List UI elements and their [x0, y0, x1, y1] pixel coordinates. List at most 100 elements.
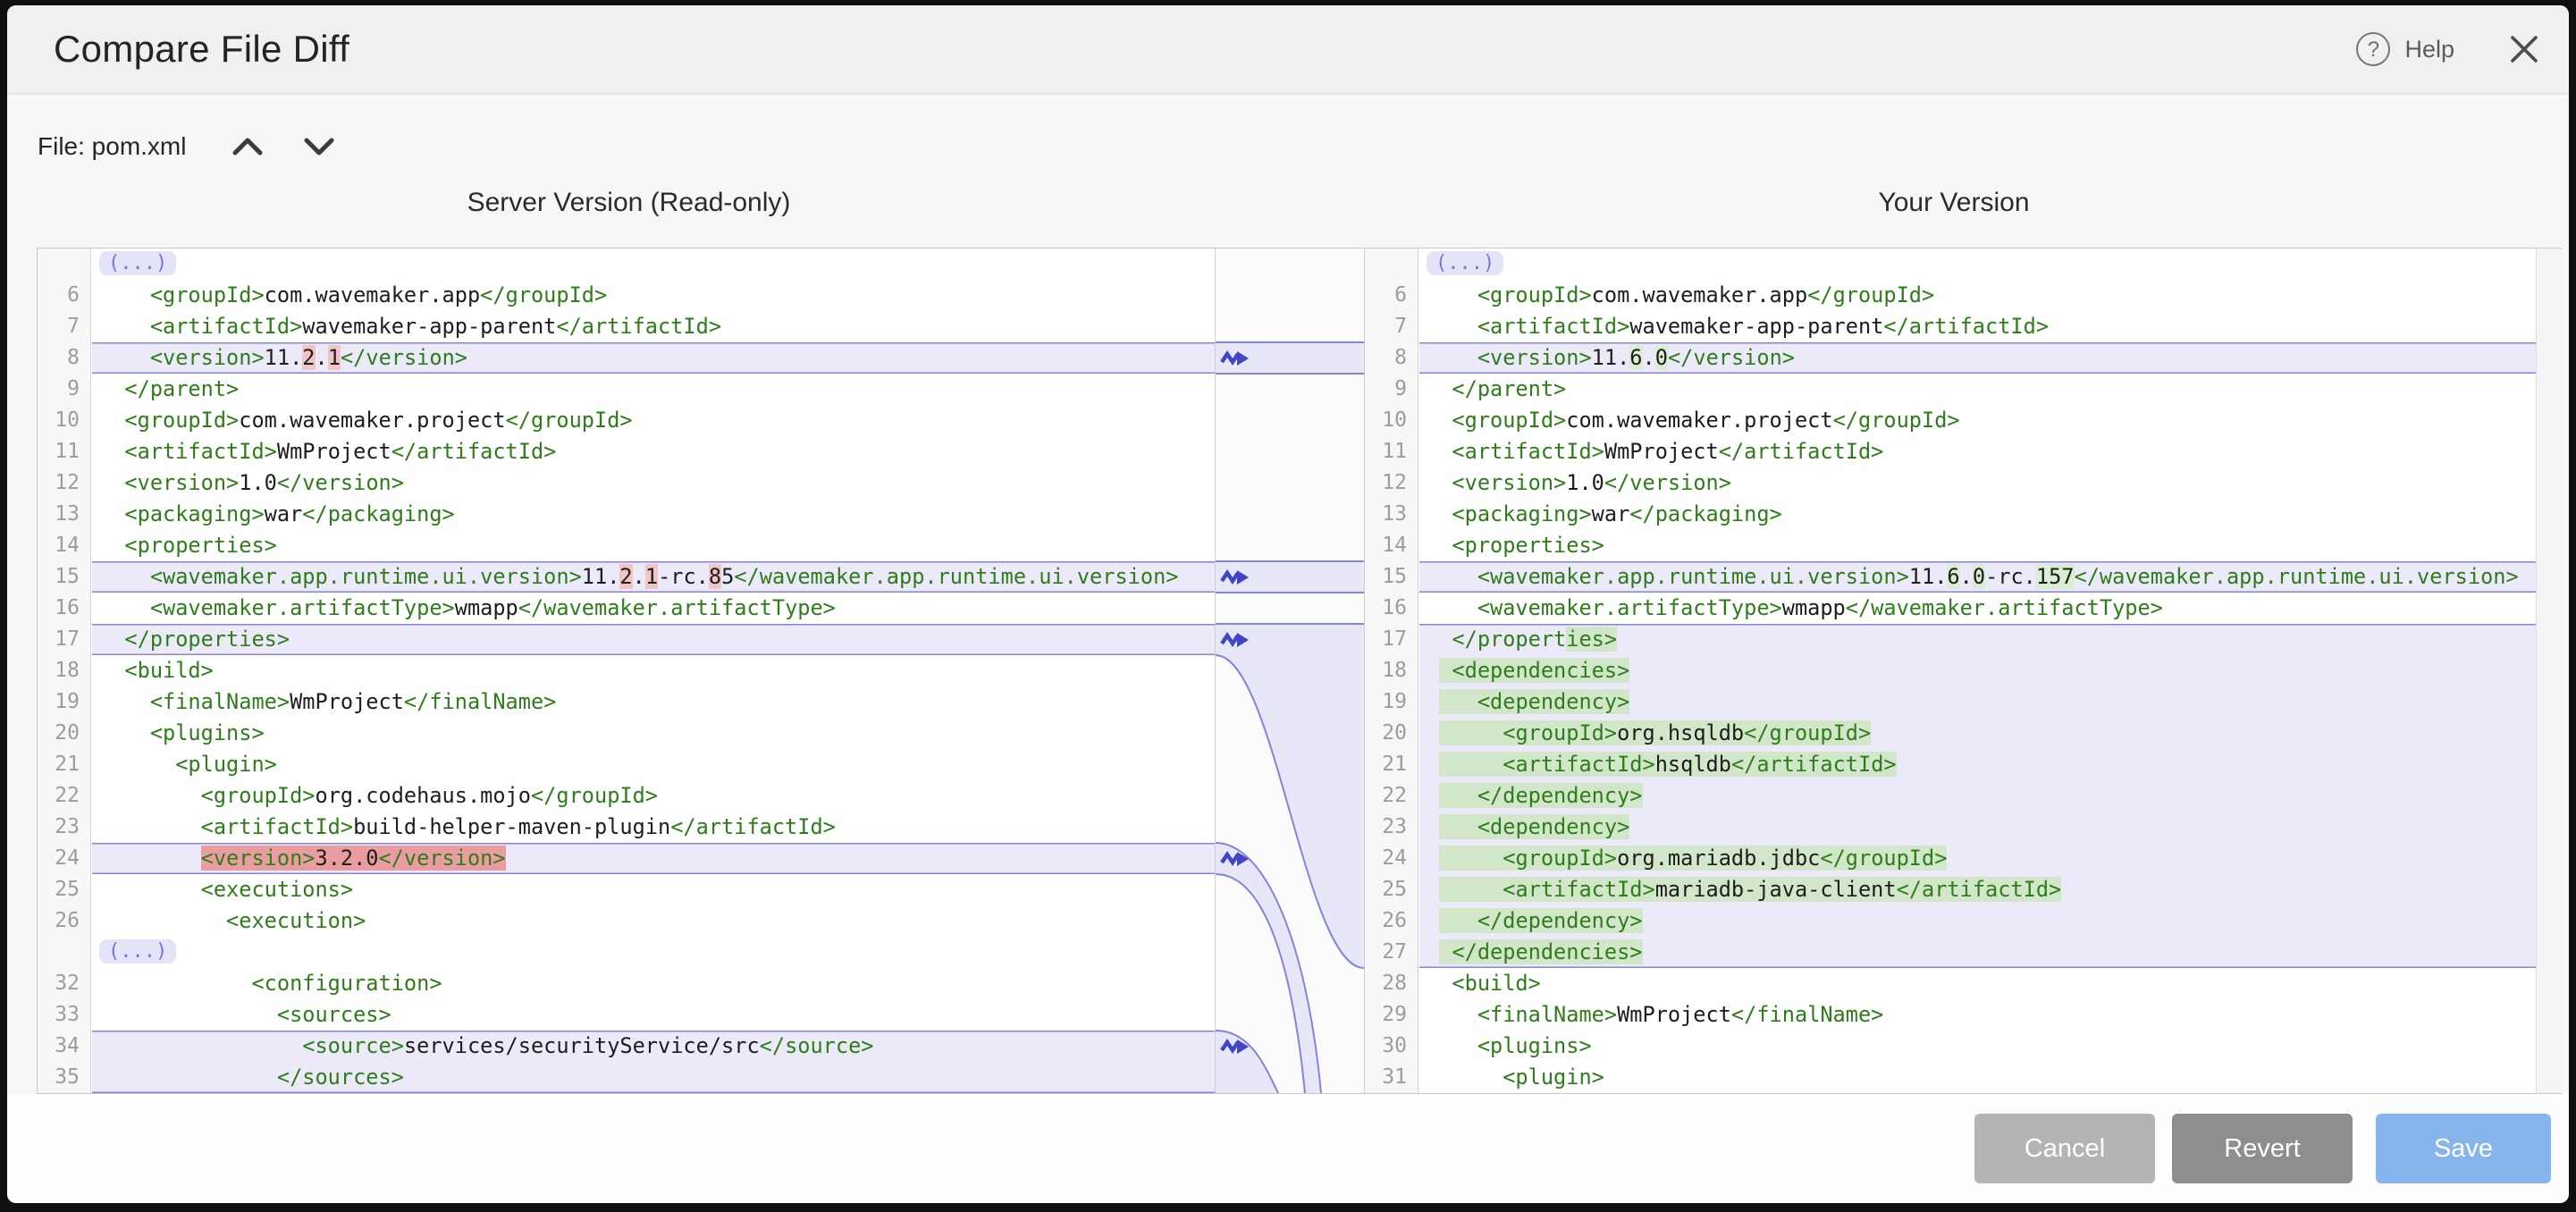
line-number: 10 — [38, 405, 90, 436]
code-token: -rc. — [658, 564, 709, 589]
line-number: 16 — [1365, 593, 1418, 624]
code-line-right[interactable]: </dependencies> — [1419, 937, 2536, 968]
line-number: 12 — [1365, 467, 1418, 499]
code-line-right[interactable]: <build> — [1419, 968, 2536, 999]
code-token: </groupId> — [480, 282, 607, 307]
code-line-right[interactable]: <groupId>com.wavemaker.app</groupId> — [1419, 280, 2536, 311]
code-token: </artifactId> — [1719, 439, 1884, 464]
code-line-left: <build> — [92, 655, 1215, 686]
code-token: </packaging> — [302, 501, 454, 526]
close-button[interactable] — [2506, 31, 2542, 67]
line-number: 17 — [1365, 624, 1418, 655]
code-line-right[interactable]: <wavemaker.artifactType>wmapp</wavemaker… — [1419, 593, 2536, 624]
code-line-right[interactable]: <version>11.6.0</version> — [1419, 342, 2536, 374]
collapsed-region-toggle[interactable]: (...) — [99, 939, 176, 964]
line-number: 18 — [1365, 655, 1418, 686]
code-line-right[interactable]: <plugin> — [1419, 1062, 2536, 1093]
code-line-right[interactable]: <artifactId>WmProject</artifactId> — [1419, 436, 2536, 467]
code-token: </groupId> — [1744, 720, 1871, 745]
code-token: </wavemaker.app.runtime.ui.version> — [734, 564, 1178, 589]
code-line-left: <execution> — [92, 905, 1215, 937]
code-token — [1427, 658, 1439, 683]
code-line-right[interactable]: (...) — [1419, 248, 2536, 280]
code-token: 1.0 — [1566, 470, 1604, 495]
code-token: org.codehaus.mojo — [315, 783, 530, 808]
code-token: <plugins> — [99, 720, 265, 745]
code-line-right[interactable]: <packaging>war</packaging> — [1419, 499, 2536, 530]
right-line-numbers: 6789101112131415161718192021222324252627… — [1365, 248, 1418, 1093]
revert-button[interactable]: Revert — [2172, 1114, 2353, 1183]
code-token: <dependency> — [1439, 689, 1629, 714]
line-number: 25 — [1365, 874, 1418, 905]
code-token: </artifactId> — [1731, 752, 1897, 777]
line-number: 8 — [38, 342, 90, 374]
apply-change-button[interactable] — [1220, 629, 1250, 651]
line-number: 35 — [38, 1062, 90, 1093]
line-number: 15 — [1365, 561, 1418, 593]
right-code-pane[interactable]: (...) <groupId>com.wavemaker.app</groupI… — [1419, 248, 2536, 1093]
line-number: 29 — [1365, 999, 1418, 1031]
code-line-right[interactable]: <wavemaker.app.runtime.ui.version>11.6.0… — [1419, 561, 2536, 593]
cancel-button[interactable]: Cancel — [1974, 1114, 2155, 1183]
code-token: <finalName> — [99, 689, 290, 714]
code-line-right[interactable]: <artifactId>hsqldb</artifactId> — [1419, 749, 2536, 780]
code-token: wmapp — [1782, 595, 1846, 620]
code-token: </version> — [379, 846, 506, 871]
code-line-right[interactable]: <dependencies> — [1419, 655, 2536, 686]
code-line-right[interactable]: </dependency> — [1419, 905, 2536, 937]
code-line-right[interactable]: <groupId>org.mariadb.jdbc</groupId> — [1419, 843, 2536, 874]
code-line-right[interactable]: <dependency> — [1419, 686, 2536, 718]
file-selector-row: File: pom.xml — [38, 127, 336, 166]
code-line-left: (...) — [92, 248, 1215, 280]
code-token: mariadb-java-client — [1655, 877, 1897, 902]
code-token: </source> — [760, 1033, 874, 1058]
code-token: <artifactId> — [1427, 314, 1629, 339]
code-token — [1427, 720, 1439, 745]
code-token: org.hsqldb — [1617, 720, 1744, 745]
code-line-right[interactable]: <artifactId>wavemaker-app-parent</artifa… — [1419, 311, 2536, 342]
code-token: <version> — [1427, 345, 1592, 370]
collapsed-region-toggle[interactable]: (...) — [99, 251, 176, 275]
line-number: 9 — [1365, 374, 1418, 405]
code-token: <packaging> — [1427, 501, 1592, 526]
code-line-right[interactable]: <properties> — [1419, 530, 2536, 561]
line-number: 13 — [38, 499, 90, 530]
code-line-right[interactable]: <finalName>WmProject</finalName> — [1419, 999, 2536, 1031]
code-token: <plugin> — [1427, 1065, 1604, 1090]
code-token: <plugins> — [1427, 1033, 1592, 1058]
code-line-right[interactable]: </properties> — [1419, 624, 2536, 655]
code-line-right[interactable]: </parent> — [1419, 374, 2536, 405]
code-token: <sources> — [99, 1002, 391, 1027]
diff-connectors — [1216, 248, 1364, 1093]
right-scrollbar-track[interactable] — [2536, 248, 2562, 1093]
code-line-right[interactable]: <groupId>com.wavemaker.project</groupId> — [1419, 405, 2536, 436]
code-line-right[interactable]: <version>1.0</version> — [1419, 467, 2536, 499]
apply-change-button[interactable] — [1220, 348, 1250, 369]
code-line-left: <wavemaker.artifactType>wmapp</wavemaker… — [92, 593, 1215, 624]
previous-diff-button[interactable] — [231, 136, 265, 157]
code-token: </dependency> — [1439, 783, 1642, 808]
code-line-right[interactable]: <plugins> — [1419, 1031, 2536, 1062]
code-line-right[interactable]: </dependency> — [1419, 780, 2536, 812]
code-line-right[interactable]: <groupId>org.hsqldb</groupId> — [1419, 718, 2536, 749]
apply-change-button[interactable] — [1220, 1036, 1250, 1057]
code-token: </finalName> — [1731, 1002, 1883, 1027]
apply-change-button[interactable] — [1220, 848, 1250, 870]
save-button[interactable]: Save — [2376, 1114, 2551, 1183]
code-line-right[interactable]: <artifactId>mariadb-java-client</artifac… — [1419, 874, 2536, 905]
collapsed-region-toggle[interactable]: (...) — [1427, 251, 1503, 275]
arrow-right-icon — [1220, 567, 1250, 588]
line-number: 21 — [1365, 749, 1418, 780]
code-line-right[interactable]: <dependency> — [1419, 812, 2536, 843]
help-button[interactable]: ? Help — [2356, 32, 2454, 66]
code-token: wavemaker-app-parent — [1629, 314, 1883, 339]
line-number: 19 — [1365, 686, 1418, 718]
code-token: 157 — [2036, 564, 2075, 589]
next-diff-button[interactable] — [302, 136, 336, 157]
apply-change-button[interactable] — [1220, 567, 1250, 588]
code-token: </groupId> — [1833, 408, 1960, 433]
line-number: 30 — [1365, 1031, 1418, 1062]
code-line-left: <artifactId>WmProject</artifactId> — [92, 436, 1215, 467]
line-number: 7 — [38, 311, 90, 342]
code-token — [1427, 689, 1439, 714]
